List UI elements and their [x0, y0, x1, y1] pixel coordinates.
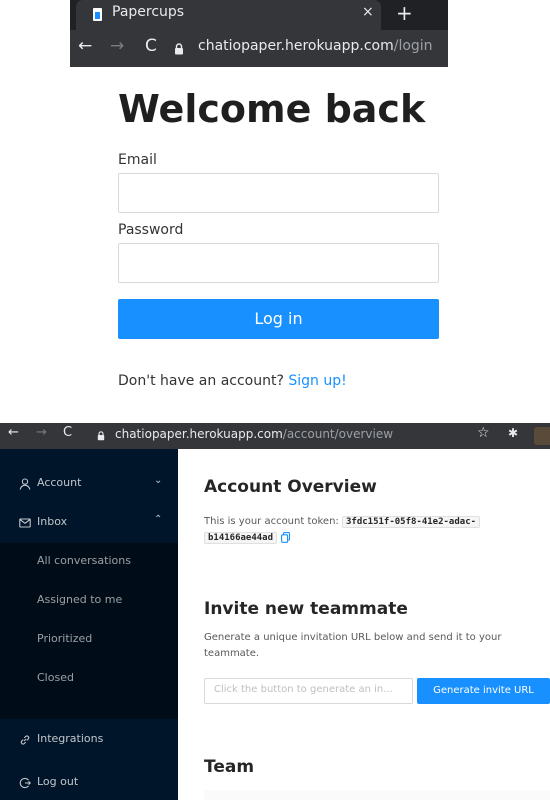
sidebar-item-label: Prioritized: [37, 632, 93, 645]
profile-avatar[interactable]: [534, 427, 550, 445]
forward-arrow-icon[interactable]: →: [110, 36, 124, 56]
tab-papercups[interactable]: Papercups ×: [76, 0, 381, 30]
reload-icon[interactable]: C: [63, 425, 72, 440]
invite-url-input[interactable]: Click the button to generate an in...: [204, 678, 413, 704]
login-button[interactable]: Log in: [118, 299, 439, 339]
invite-title: Invite new teammate: [204, 599, 408, 619]
user-icon: [19, 478, 31, 490]
sidebar-item-closed[interactable]: Closed: [0, 660, 178, 699]
new-tab-icon[interactable]: +: [396, 1, 413, 25]
inbox-submenu: All conversations Assigned to me Priorit…: [0, 543, 178, 719]
email-field[interactable]: [118, 173, 439, 213]
account-token-part2: b14166ae44ad: [204, 532, 278, 544]
address-bar[interactable]: chatiopaper.herokuapp.com/login: [198, 38, 433, 54]
sidebar-item-prioritized[interactable]: Prioritized: [0, 621, 178, 660]
tab-close-icon[interactable]: ×: [362, 4, 374, 20]
generate-invite-button[interactable]: Generate invite URL: [417, 678, 550, 704]
browser-toolbar: ← → C chatiopaper.herokuapp.com/login: [70, 30, 448, 67]
url-path: /account/overview: [282, 427, 394, 441]
signup-link[interactable]: Sign up!: [288, 373, 346, 389]
account-token-part1: 3fdc151f-05f8-41e2-adac-: [341, 516, 481, 528]
sidebar-item-account[interactable]: Account ⌄: [0, 465, 178, 504]
page-title: Welcome back: [118, 87, 426, 131]
mail-icon: [19, 518, 31, 528]
sidebar-item-label: Log out: [37, 775, 79, 788]
sidebar-item-label: Account: [37, 476, 82, 489]
sidebar-item-label: Inbox: [37, 515, 68, 528]
account-overview-title: Account Overview: [204, 477, 377, 497]
password-field[interactable]: [118, 243, 439, 283]
url-host: chatiopaper.herokuapp.com: [198, 38, 394, 54]
bookmark-star-icon[interactable]: ☆: [477, 425, 490, 441]
invite-description-line2: teammate.: [204, 648, 260, 659]
token-label: This is your account token:: [204, 516, 339, 527]
papercups-favicon-icon: [93, 8, 102, 21]
url-host: chatiopaper.herokuapp.com: [115, 427, 283, 441]
sidebar-item-integrations[interactable]: Integrations: [0, 721, 178, 760]
sidebar-item-label: Integrations: [37, 732, 104, 745]
link-icon: [20, 735, 30, 745]
logout-icon: [19, 777, 31, 789]
url-path: /login: [393, 38, 433, 54]
sidebar-item-label: Closed: [37, 671, 74, 684]
team-title: Team: [204, 757, 255, 777]
sidebar-item-all-conversations[interactable]: All conversations: [0, 543, 178, 582]
copy-icon[interactable]: [281, 531, 291, 543]
sidebar-item-assigned-to-me[interactable]: Assigned to me: [0, 582, 178, 621]
back-arrow-icon[interactable]: ←: [78, 36, 92, 56]
sidebar-item-label: All conversations: [37, 554, 131, 567]
signup-prompt-text: Don't have an account?: [118, 373, 284, 389]
tab-title: Papercups: [112, 4, 185, 20]
invite-description-line1: Generate a unique invitation URL below a…: [204, 632, 502, 643]
browser-toolbar-bottom: ← → C chatiopaper.herokuapp.com/account/…: [0, 423, 550, 449]
back-arrow-icon[interactable]: ←: [8, 425, 19, 440]
extensions-puzzle-icon[interactable]: ✱: [508, 426, 518, 440]
browser-window-top: Papercups × + ← → C chatiopaper.herokuap…: [70, 0, 448, 67]
chevron-up-icon: ⌃: [154, 514, 163, 525]
sidebar-item-label: Assigned to me: [37, 593, 123, 606]
team-table-header: [204, 790, 550, 800]
forward-arrow-icon[interactable]: →: [36, 425, 47, 440]
address-bar[interactable]: chatiopaper.herokuapp.com/account/overvi…: [115, 427, 393, 441]
account-token-text: This is your account token: 3fdc151f-05f…: [204, 514, 550, 546]
signup-prompt: Don't have an account? Sign up!: [118, 373, 347, 389]
sidebar-item-inbox[interactable]: Inbox ⌃: [0, 504, 178, 543]
lock-icon: [97, 431, 105, 441]
tab-strip: Papercups × +: [70, 0, 448, 30]
dashboard-window: ← → C chatiopaper.herokuapp.com/account/…: [0, 423, 550, 800]
email-label: Email: [118, 152, 157, 168]
reload-icon[interactable]: C: [145, 36, 157, 56]
invite-description: Generate a unique invitation URL below a…: [204, 630, 550, 662]
password-label: Password: [118, 222, 184, 238]
lock-icon: [175, 43, 183, 55]
sidebar: Account ⌄ Inbox ⌃ All conversations Assi…: [0, 449, 178, 800]
chevron-down-icon: ⌄: [154, 475, 163, 486]
sidebar-item-logout[interactable]: Log out: [0, 764, 178, 803]
